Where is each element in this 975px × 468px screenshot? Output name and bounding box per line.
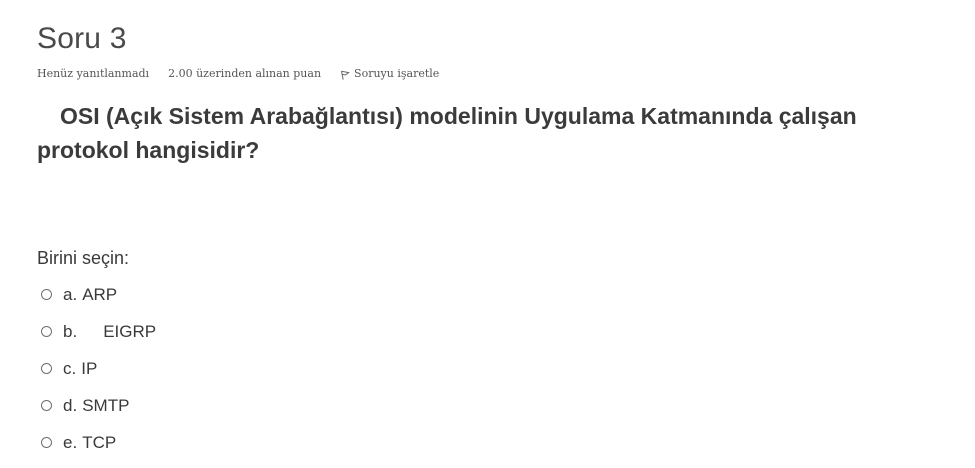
answer-option-d[interactable]: d. SMTP [41,387,156,424]
answer-list: a. ARP b. EIGRP c. IP d. SMTP e. TCP [41,276,156,461]
answer-prompt: Birini seçin: [37,248,130,268]
answer-radio-e[interactable] [41,437,52,448]
question-text: OSI (Açık Sistem Arabağlantısı) modelini… [37,103,857,163]
question-grade: 2.00 üzerinden alınan puan [168,67,322,80]
answer-option-e[interactable]: e. TCP [41,424,156,461]
answer-number-e: e. [63,432,78,452]
flag-question-label: Soruyu işaretle [354,67,440,80]
question-title: Soru 3 [37,22,127,55]
flag-question-link[interactable]: Soruyu işaretle [340,67,439,80]
answer-option-c[interactable]: c. IP [41,350,156,387]
answer-text-a: ARP [82,284,118,304]
answer-number-d: d. [63,395,78,415]
answer-number-b: b. [63,321,78,341]
question-state: Henüz yanıtlanmadı [37,67,150,80]
answer-text-d: SMTP [82,395,130,415]
answer-radio-a[interactable] [41,289,52,300]
answer-text-b: EIGRP [103,321,157,341]
answer-text-e: TCP [82,432,117,452]
answer-number-a: a. [63,284,78,304]
answer-radio-c[interactable] [41,363,52,374]
quiz-question-page: Soru 3 Henüz yanıtlanmadı 2.00 üzerinden… [0,0,975,468]
answer-number-c: c. [63,358,77,378]
answer-radio-b[interactable] [41,326,52,337]
answer-option-b[interactable]: b. EIGRP [41,313,156,350]
answer-text-c: IP [81,358,98,378]
flag-icon [340,70,351,80]
answer-radio-d[interactable] [41,400,52,411]
question-info: Henüz yanıtlanmadı 2.00 üzerinden alınan… [37,67,439,80]
answer-option-a[interactable]: a. ARP [41,276,156,313]
